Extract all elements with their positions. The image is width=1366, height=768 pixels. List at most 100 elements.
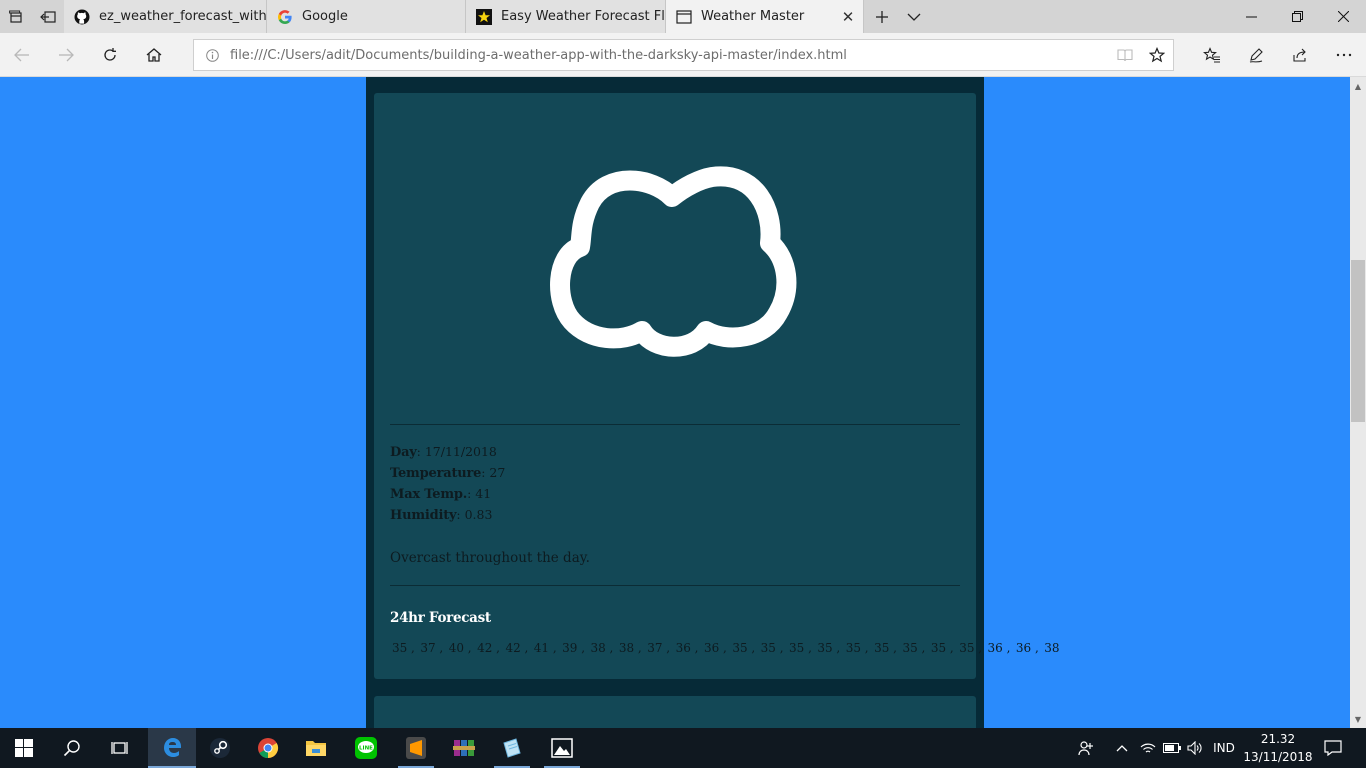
forward-icon[interactable] (44, 33, 88, 77)
file-explorer-icon[interactable] (292, 728, 340, 768)
hourly-temperature: 42 (505, 641, 521, 655)
address-bar[interactable]: file:///C:/Users/adit/Documents/building… (193, 39, 1174, 71)
hourly-separator: , (751, 641, 756, 655)
battery-icon[interactable] (1161, 728, 1183, 768)
restore-icon[interactable] (1274, 0, 1320, 33)
hourly-temperature: 35 (930, 641, 947, 655)
hourly-forecast-title: 24hr Forecast (390, 610, 491, 626)
hourly-separator: , (581, 641, 586, 655)
hourly-temperature: 35 (817, 641, 833, 655)
cloudy-icon (550, 166, 797, 357)
hourly-separator: , (439, 641, 444, 655)
clock-date: 13/11/2018 (1243, 750, 1313, 764)
close-window-icon[interactable] (1320, 0, 1366, 33)
tab-title: Google (302, 9, 348, 24)
home-icon[interactable] (132, 33, 176, 77)
task-view-icon[interactable] (96, 728, 144, 768)
hourly-separator: , (1006, 641, 1011, 655)
wifi-icon[interactable] (1138, 728, 1158, 768)
day-row: Day: 17/11/2018 (390, 442, 950, 463)
notes-app-icon[interactable] (488, 728, 536, 768)
tab-strip: ez_weather_forecast_with_fl Google Easy … (0, 0, 1366, 33)
humidity-row: Humidity: 0.83 (390, 505, 950, 526)
hourly-temperature: 40 (448, 641, 464, 655)
web-note-pen-icon[interactable] (1234, 33, 1278, 77)
input-language[interactable]: IND (1208, 728, 1240, 768)
sublime-text-icon[interactable] (392, 728, 440, 768)
edge-browser-icon[interactable] (148, 728, 196, 768)
temperature-row: Temperature: 27 (390, 463, 950, 484)
hourly-temperature: 37 (647, 641, 663, 655)
hourly-temperature: 38 (590, 641, 606, 655)
scrollbar-thumb[interactable] (1351, 260, 1365, 422)
hourly-temperature: 38 (618, 641, 635, 655)
winrar-icon[interactable] (440, 728, 488, 768)
line-app-icon[interactable]: LINE (342, 728, 390, 768)
url-text[interactable]: file:///C:/Users/adit/Documents/building… (230, 48, 1109, 63)
action-center-icon[interactable] (1316, 728, 1350, 768)
hourly-separator: , (694, 641, 699, 655)
tab-github[interactable]: ez_weather_forecast_with_fl (64, 0, 267, 33)
hourly-separator: , (609, 641, 614, 655)
close-tab-icon[interactable]: ✕ (833, 8, 863, 26)
forecast-details: Day: 17/11/2018 Temperature: 27 Max Temp… (390, 442, 950, 526)
photos-app-icon[interactable] (538, 728, 586, 768)
chrome-icon[interactable] (244, 728, 292, 768)
tab-easy-weather-forecast[interactable]: Easy Weather Forecast Flask (466, 0, 666, 33)
hourly-temperature: 35 (760, 641, 776, 655)
page-icon (676, 9, 692, 25)
hourly-temperature: 35 (959, 641, 975, 655)
hourly-separator: , (637, 641, 642, 655)
people-icon[interactable] (1074, 728, 1098, 768)
minimize-icon[interactable] (1228, 0, 1274, 33)
tab-weather-master[interactable]: Weather Master ✕ (666, 0, 864, 33)
navigation-bar: file:///C:/Users/adit/Documents/building… (0, 33, 1366, 77)
google-icon (277, 9, 293, 25)
taskbar: LINE IND 21.32 13/11/2018 (0, 728, 1366, 768)
hourly-temperature: 36 (987, 641, 1003, 655)
tab-google[interactable]: Google (267, 0, 466, 33)
tab-actions-icon[interactable] (0, 0, 32, 33)
vertical-scrollbar[interactable]: ▲ ▼ (1350, 77, 1366, 728)
steam-icon[interactable] (196, 728, 244, 768)
temperature-value: : 27 (481, 465, 506, 480)
max-temp-label: Max Temp. (390, 487, 468, 502)
scroll-up-icon[interactable]: ▲ (1350, 79, 1366, 93)
hourly-separator: , (864, 641, 869, 655)
hourly-separator: , (496, 641, 500, 655)
share-icon[interactable] (1278, 33, 1322, 77)
divider (390, 424, 960, 425)
volume-icon[interactable] (1185, 728, 1205, 768)
search-icon[interactable] (48, 728, 96, 768)
show-hidden-icons-chevron-up-icon[interactable] (1112, 728, 1132, 768)
hourly-separator: , (1034, 641, 1039, 655)
tab-preview-chevron-down-icon[interactable] (898, 0, 930, 33)
more-options-icon[interactable] (1322, 33, 1366, 77)
back-icon[interactable] (0, 33, 44, 77)
hourly-forecast-values: 35, 37, 40, 42, 42, 41, 39, 38, 38, 37, 36, 36, 35, 3… (392, 641, 1060, 655)
reading-view-icon[interactable] (1109, 48, 1141, 62)
hourly-separator: , (779, 641, 784, 655)
new-tab-icon[interactable] (866, 0, 898, 33)
hourly-separator: , (552, 641, 557, 655)
humidity-label: Humidity (390, 508, 457, 523)
hourly-temperature: 38 (1044, 641, 1060, 655)
favorite-star-icon[interactable] (1141, 47, 1173, 63)
scroll-down-icon[interactable]: ▼ (1350, 712, 1366, 726)
hourly-temperature: 35 (845, 641, 862, 655)
info-icon[interactable] (194, 48, 230, 62)
refresh-icon[interactable] (88, 33, 132, 77)
github-icon (74, 9, 90, 25)
hourly-separator: , (467, 641, 472, 655)
hourly-separator: , (949, 641, 954, 655)
hourly-separator: , (722, 641, 727, 655)
set-aside-tabs-icon[interactable] (32, 0, 64, 33)
system-clock[interactable]: 21.32 13/11/2018 (1240, 730, 1316, 766)
max-temp-value: : 41 (467, 486, 492, 501)
tab-title: Easy Weather Forecast Flask (501, 9, 665, 24)
hourly-temperature: 36 (675, 641, 691, 655)
hourly-separator: , (836, 641, 841, 655)
tab-title: ez_weather_forecast_with_fl (99, 9, 266, 24)
favorites-hub-icon[interactable] (1190, 33, 1234, 77)
windows-start-icon[interactable] (0, 728, 48, 768)
